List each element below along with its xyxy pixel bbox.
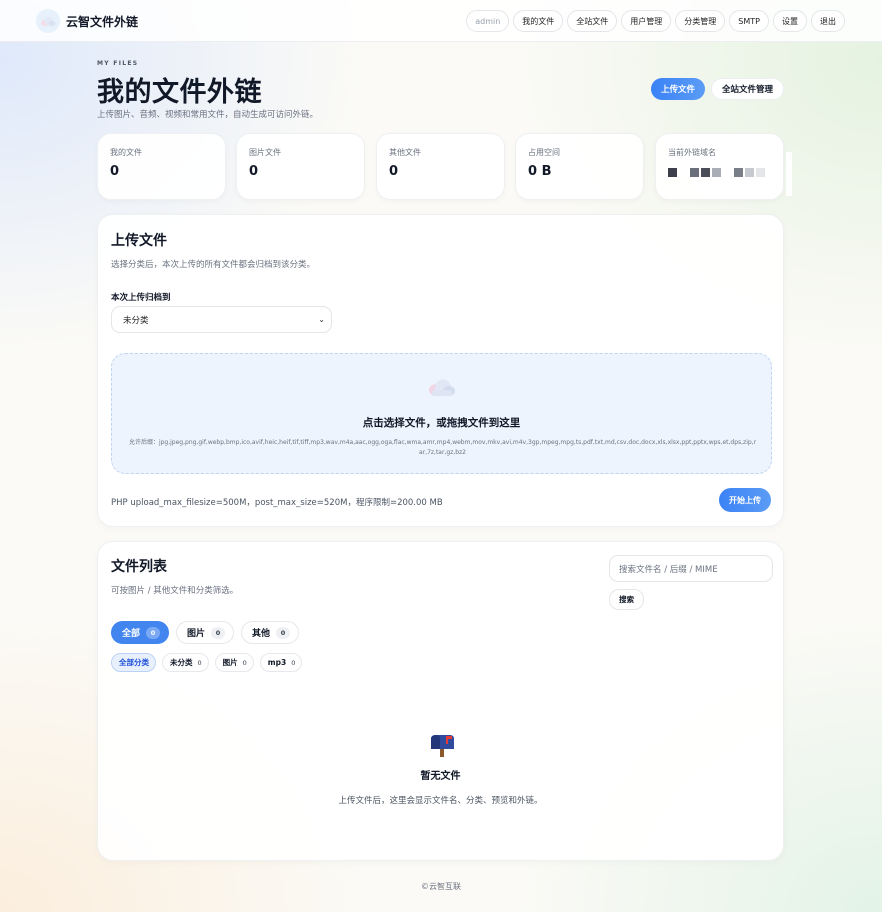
- search-button[interactable]: 搜索: [609, 589, 644, 610]
- nav-logout[interactable]: 退出: [811, 10, 845, 32]
- page-subtitle: 上传图片、音频、视频和常用文件，自动生成可访问外链。: [97, 110, 319, 120]
- nav-my-files[interactable]: 我的文件: [513, 10, 564, 32]
- stat-card-storage-used: 占用空间 0 B: [515, 133, 644, 200]
- stat-card-my-files: 我的文件 0: [97, 133, 226, 200]
- category-field-label: 本次上传归档到: [111, 293, 171, 303]
- search-input[interactable]: 搜索文件名 / 后缀 / MIME: [609, 555, 773, 582]
- tab-images[interactable]: 图片 0: [176, 621, 235, 644]
- page-eyebrow: MY FILES: [97, 60, 139, 67]
- nav-username[interactable]: admin: [466, 10, 510, 32]
- chip-label: 未分类: [170, 658, 193, 667]
- tab-label: 其他: [252, 629, 271, 639]
- cloud-icon: [36, 9, 60, 33]
- tab-other[interactable]: 其他 0: [241, 621, 300, 644]
- nav-settings[interactable]: 设置: [773, 10, 807, 32]
- stat-card-link-domain: 当前外链域名: [655, 133, 792, 200]
- stat-card-image-files: 图片文件 0: [236, 133, 365, 200]
- upload-limit-note: PHP upload_max_filesize=500M，post_max_si…: [111, 498, 443, 508]
- dropzone-title: 点击选择文件，或拖拽文件到这里: [362, 417, 521, 429]
- stat-label: 图片文件: [249, 148, 281, 157]
- redacted-domain: [668, 168, 765, 177]
- stat-label: 我的文件: [110, 148, 142, 157]
- header-actions: 上传文件 全站文件管理: [650, 78, 784, 100]
- chip-count: 0: [242, 658, 247, 667]
- nav-user-management[interactable]: 用户管理: [621, 10, 672, 32]
- file-list-panel: 文件列表 可按图片 / 其他文件和分类筛选。 搜索文件名 / 后缀 / MIME…: [97, 541, 784, 861]
- tab-all[interactable]: 全部 0: [111, 621, 170, 644]
- brand[interactable]: 云智文件外链: [36, 9, 138, 33]
- cloud-icon: [428, 379, 456, 401]
- tab-count: 0: [276, 626, 291, 639]
- start-upload-button[interactable]: 开始上传: [719, 488, 771, 512]
- stat-card-other-files: 其他文件 0: [376, 133, 505, 200]
- tab-label: 图片: [187, 629, 206, 639]
- stat-label: 其他文件: [389, 148, 421, 157]
- nav-category-management[interactable]: 分类管理: [675, 10, 726, 32]
- category-select[interactable]: 未分类 ⌄: [111, 306, 332, 333]
- file-list-title: 文件列表: [111, 559, 167, 575]
- chip-images[interactable]: 图片 0: [214, 653, 254, 672]
- top-nav: admin 我的文件 全站文件 用户管理 分类管理 SMTP 设置 退出: [466, 10, 845, 32]
- empty-state-subtitle: 上传文件后，这里会显示文件名、分类、预览和外链。: [338, 796, 543, 806]
- upload-panel-subtitle: 选择分类后，本次上传的所有文件都会归档到该分类。: [111, 260, 316, 270]
- category-select-value: 未分类: [123, 315, 149, 326]
- type-filter-tabs: 全部 0 图片 0 其他 0: [111, 621, 300, 644]
- mailbox-icon: [428, 733, 456, 761]
- file-dropzone[interactable]: 点击选择文件，或拖拽文件到这里 允许后缀：jpg,jpeg,png,gif,we…: [111, 353, 772, 474]
- footer: ©云智互联: [421, 882, 461, 891]
- allowed-extensions: 允许后缀：jpg,jpeg,png,gif,webp,bmp,ico,avif,…: [128, 439, 757, 456]
- chip-label: 图片: [222, 658, 238, 667]
- tab-count: 0: [146, 626, 161, 639]
- file-list-subtitle: 可按图片 / 其他文件和分类筛选。: [111, 586, 239, 596]
- stat-value: 0: [249, 164, 259, 179]
- stat-value: 0: [110, 164, 120, 179]
- all-files-manage-button[interactable]: 全站文件管理: [710, 78, 784, 100]
- page-title: 我的文件外链: [97, 77, 262, 108]
- nav-all-files[interactable]: 全站文件: [567, 10, 618, 32]
- upload-panel: 上传文件 选择分类后，本次上传的所有文件都会归档到该分类。 本次上传归档到 未分…: [97, 214, 784, 527]
- chip-uncategorized[interactable]: 未分类 0: [162, 653, 209, 672]
- category-filter-chips: 全部分类 未分类 0 图片 0 mp3 0: [111, 653, 303, 672]
- stat-value: 0 B: [528, 164, 552, 179]
- stat-label: 当前外链域名: [668, 148, 716, 157]
- chip-label: mp3: [267, 658, 287, 667]
- chip-all-categories[interactable]: 全部分类: [111, 653, 156, 672]
- upload-file-button[interactable]: 上传文件: [650, 78, 705, 100]
- chip-count: 0: [291, 658, 296, 667]
- stat-label: 占用空间: [528, 148, 560, 157]
- upload-panel-title: 上传文件: [111, 233, 167, 249]
- search-placeholder: 搜索文件名 / 后缀 / MIME: [619, 564, 718, 575]
- chip-count: 0: [197, 658, 202, 667]
- empty-state-title: 暂无文件: [420, 771, 461, 782]
- chip-mp3[interactable]: mp3 0: [259, 653, 303, 672]
- tab-label: 全部: [122, 629, 141, 639]
- chip-label: 全部分类: [119, 658, 149, 667]
- app-name: 云智文件外链: [66, 14, 139, 29]
- nav-smtp[interactable]: SMTP: [729, 10, 769, 32]
- chevron-down-icon: ⌄: [318, 315, 325, 324]
- tab-count: 0: [211, 626, 226, 639]
- redaction-block: [786, 152, 792, 196]
- stat-value: 0: [389, 164, 399, 179]
- top-bar: 云智文件外链 admin 我的文件 全站文件 用户管理 分类管理 SMTP 设置…: [0, 0, 882, 42]
